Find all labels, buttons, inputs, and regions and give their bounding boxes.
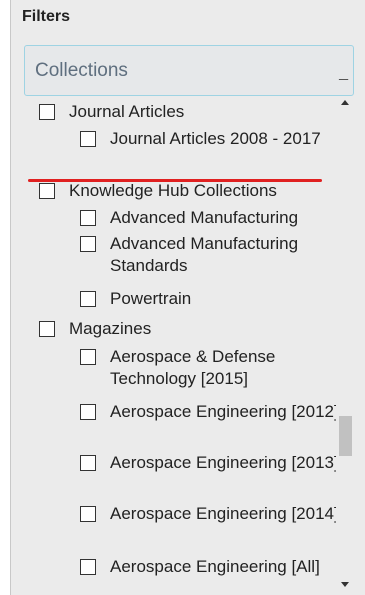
list-item-label: Aerospace Engineering [All] — [110, 557, 320, 576]
checkbox[interactable] — [80, 559, 96, 575]
collections-header[interactable]: Collections _ — [24, 45, 354, 96]
checkbox[interactable] — [80, 236, 96, 252]
list-item-label: Magazines — [69, 319, 152, 338]
list-item-aerospace-defense-2015[interactable]: Aerospace & Defense Technology [2015] — [80, 346, 336, 390]
list-item-advanced-manufacturing[interactable]: Advanced Manufacturing — [80, 207, 336, 229]
list-item-journal-articles[interactable]: Journal Articles — [39, 101, 184, 123]
list-item-label: Aerospace Engineering [2014] — [110, 504, 336, 523]
collections-list: Journal Articles Journal Articles 2008 -… — [24, 96, 336, 595]
list-item-label: Journal Articles 2008 - 2017 — [110, 129, 321, 148]
checkbox[interactable] — [80, 349, 96, 365]
list-item-label: Advanced Manufacturing — [110, 208, 299, 227]
scroll-up-arrow-icon[interactable] — [341, 100, 349, 105]
list-item-magazines[interactable]: Magazines — [39, 318, 151, 340]
collapse-icon[interactable]: _ — [339, 64, 348, 82]
checkbox[interactable] — [80, 506, 96, 522]
list-item-aerospace-engineering-2012[interactable]: Aerospace Engineering [2012] — [80, 401, 336, 423]
list-item-label: Aerospace Engineering [2013] — [110, 453, 336, 472]
list-item-label: Advanced Manufacturing Standards — [110, 234, 299, 275]
checkbox[interactable] — [80, 131, 96, 147]
list-item-label: Powertrain — [110, 289, 192, 308]
annotation-underline — [28, 179, 322, 182]
checkbox[interactable] — [39, 183, 55, 199]
checkbox[interactable] — [39, 321, 55, 337]
list-item-label: Aerospace Engineering [2012] — [110, 402, 336, 421]
page-background — [0, 0, 10, 595]
list-item-knowledge-hub-collections[interactable]: Knowledge Hub Collections — [39, 180, 277, 202]
list-item-aerospace-engineering-all[interactable]: Aerospace Engineering [All] — [80, 556, 336, 578]
list-item-label: Journal Articles — [69, 102, 185, 121]
list-item-label: Knowledge Hub Collections — [69, 181, 277, 200]
list-item-label: Aerospace & Defense Technology [2015] — [110, 347, 276, 388]
checkbox[interactable] — [80, 291, 96, 307]
checkbox[interactable] — [80, 455, 96, 471]
checkbox[interactable] — [80, 404, 96, 420]
list-item-aerospace-engineering-2013[interactable]: Aerospace Engineering [2013] — [80, 452, 336, 474]
scroll-thumb[interactable] — [339, 416, 352, 456]
list-scrollbar[interactable] — [337, 96, 354, 595]
checkbox[interactable] — [39, 104, 55, 120]
collections-label: Collections — [35, 60, 128, 81]
list-item-powertrain[interactable]: Powertrain — [80, 288, 336, 310]
filters-heading: Filters — [22, 8, 71, 25]
list-item-journal-articles-2008-2017[interactable]: Journal Articles 2008 - 2017 — [80, 128, 336, 150]
list-item-advanced-manufacturing-standards[interactable]: Advanced Manufacturing Standards — [80, 233, 336, 277]
list-item-aerospace-engineering-2014[interactable]: Aerospace Engineering [2014] — [80, 503, 336, 525]
scroll-down-arrow-icon[interactable] — [341, 582, 349, 587]
checkbox[interactable] — [80, 210, 96, 226]
